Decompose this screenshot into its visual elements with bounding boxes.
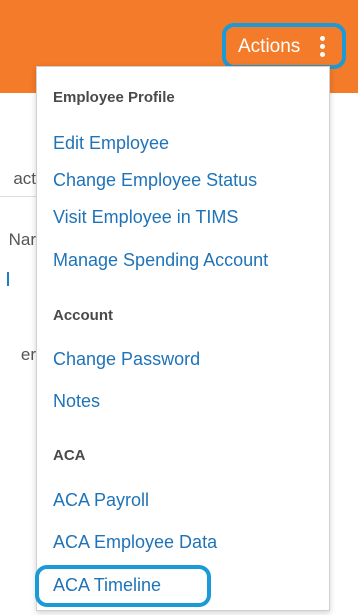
background-tab-fragment: act [13, 169, 36, 188]
actions-dropdown-menu: Employee Profile Edit Employee Change Em… [36, 66, 330, 611]
menu-item-change-employee-status[interactable]: Change Employee Status [53, 170, 257, 191]
background-label-fragment-2: er [20, 345, 36, 364]
menu-item-aca-payroll[interactable]: ACA Payroll [53, 490, 149, 511]
kebab-vertical-icon [320, 36, 326, 58]
menu-item-visit-employee-in-tims[interactable]: Visit Employee in TIMS [53, 207, 238, 228]
menu-item-notes[interactable]: Notes [53, 391, 100, 412]
menu-section-aca: ACA [53, 447, 86, 464]
background-label-fragment: Nar [8, 230, 36, 249]
menu-item-change-password[interactable]: Change Password [53, 349, 200, 370]
menu-item-edit-employee[interactable]: Edit Employee [53, 133, 169, 154]
menu-item-manage-spending-account[interactable]: Manage Spending Account [53, 250, 268, 271]
actions-button[interactable]: Actions [222, 23, 346, 69]
actions-label: Actions [238, 35, 301, 57]
background-divider [0, 196, 36, 197]
background-link-fragment [7, 272, 9, 286]
menu-section-employee-profile: Employee Profile [53, 89, 175, 106]
menu-item-aca-timeline[interactable]: ACA Timeline [53, 575, 161, 596]
menu-section-account: Account [53, 307, 113, 324]
menu-item-aca-employee-data[interactable]: ACA Employee Data [53, 532, 217, 553]
